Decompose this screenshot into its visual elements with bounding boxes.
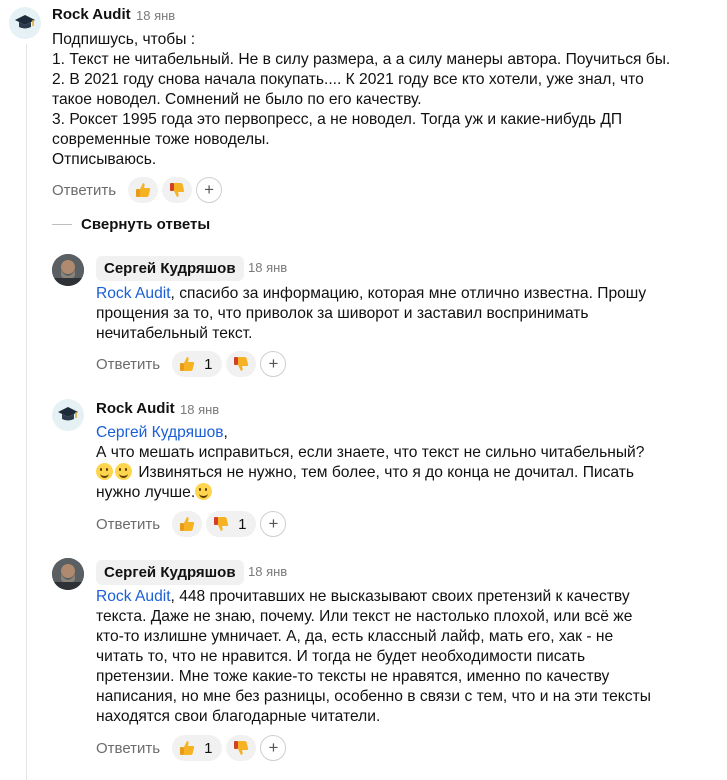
like-button[interactable] — [172, 511, 203, 537]
thumbs-up-icon — [178, 515, 196, 533]
reply-button[interactable]: Ответить — [96, 516, 160, 533]
thumbs-up-icon — [178, 355, 196, 373]
text-line: читать то, что не нравится. И тогда не б… — [96, 648, 586, 665]
comment-date: 18 янв — [248, 564, 288, 579]
text-line: нечитабельный текст. — [96, 325, 253, 342]
thumbs-down-icon — [212, 515, 230, 533]
smile-emoji-icon — [115, 463, 132, 480]
text-line: Подпишусь, чтобы : — [52, 31, 196, 48]
text-line: 2. В 2021 году снова начала покупать....… — [52, 71, 644, 88]
add-reaction-button[interactable]: + — [196, 177, 223, 203]
text-line: Rock Audit, спасибо за информацию, котор… — [96, 285, 647, 302]
thumbs-down-icon — [232, 739, 250, 757]
like-button[interactable] — [128, 177, 159, 203]
text-line: 1. Текст не читабельный. Не в силу разме… — [52, 51, 671, 68]
comment-actions: Ответить + — [52, 177, 223, 203]
dislike-button[interactable] — [226, 735, 257, 761]
reply-button[interactable]: Ответить — [96, 740, 160, 757]
like-count: 1 — [204, 739, 213, 757]
comment-actions: Ответить 1 + — [96, 735, 287, 761]
text-line: такое новодел. Сомнений не было по его к… — [52, 91, 422, 108]
mention-link[interactable]: Rock Audit — [96, 588, 171, 605]
comment-author[interactable]: Rock Audit — [52, 6, 131, 23]
reply-button[interactable]: Ответить — [52, 182, 116, 199]
add-reaction-button[interactable]: + — [260, 735, 287, 761]
thumbs-up-icon — [134, 181, 152, 199]
thumbs-down-icon — [232, 355, 250, 373]
comment-date: 18 янв — [248, 260, 288, 275]
dislike-button[interactable]: 1 — [206, 511, 257, 537]
text-line: претензии. Мне тоже какие-то тексты не н… — [96, 668, 610, 685]
collapse-replies-button[interactable]: Свернуть ответы — [52, 216, 210, 233]
collapse-label: Свернуть ответы — [81, 216, 211, 233]
thumbs-down-icon — [168, 181, 186, 199]
text-line: Извиняться не нужно, тем более, что я до… — [96, 463, 644, 483]
text-line: находятся свои благодарные читатели. — [96, 708, 381, 725]
text-line: Отписываюсь. — [52, 151, 157, 168]
text-line: Сергей Кудряшов, — [96, 424, 228, 441]
comment-date: 18 янв — [180, 402, 220, 417]
add-reaction-button[interactable]: + — [260, 351, 287, 377]
avatar-graduation-cap-icon[interactable] — [9, 7, 41, 39]
comment-text: Сергей Кудряшов, А что мешать исправитьс… — [96, 423, 644, 503]
text-line: кто-то излишне умничает. А, да, есть кла… — [96, 628, 614, 645]
thumbs-up-icon — [178, 739, 196, 757]
comment-text: Rock Audit, 448 прочитавших не высказыва… — [96, 587, 651, 727]
thread-line — [26, 44, 27, 780]
comment-author[interactable]: Сергей Кудряшов — [96, 256, 244, 281]
add-reaction-button[interactable]: + — [260, 511, 287, 537]
reply-button[interactable]: Ответить — [96, 356, 160, 373]
dislike-button[interactable] — [162, 177, 193, 203]
avatar-photo[interactable] — [52, 254, 84, 286]
comment-text: Подпишусь, чтобы : 1. Текст не читабельн… — [52, 30, 670, 170]
like-button[interactable]: 1 — [172, 351, 223, 377]
wink-emoji-icon — [96, 463, 113, 480]
text-line: А что мешать исправиться, если знаете, ч… — [96, 444, 645, 461]
smile-emoji-icon — [195, 483, 213, 500]
comment-author[interactable]: Rock Audit — [96, 400, 175, 417]
dislike-count: 1 — [238, 515, 247, 533]
mention-link[interactable]: Rock Audit — [96, 285, 171, 302]
text-line: прощения за то, что приволок за шиворот … — [96, 305, 589, 322]
comment-actions: Ответить 1 + — [96, 351, 287, 377]
avatar-graduation-cap-icon[interactable] — [52, 399, 84, 431]
text-line: современные тоже новоделы. — [52, 131, 270, 148]
text-line: написания, но мне без разницы, особенно … — [96, 688, 651, 705]
text-line: нужно лучше. — [96, 483, 644, 503]
mention-link[interactable]: Сергей Кудряшов — [96, 424, 224, 441]
avatar-photo[interactable] — [52, 558, 84, 590]
comment-text: Rock Audit, спасибо за информацию, котор… — [96, 284, 646, 344]
text-line: 3. Роксет 1995 года это первопресс, а не… — [52, 111, 623, 128]
comment-actions: Ответить 1 + — [96, 511, 287, 537]
comment-author[interactable]: Сергей Кудряшов — [96, 560, 244, 585]
comment-date: 18 янв — [136, 8, 176, 23]
like-count: 1 — [204, 355, 213, 373]
like-button[interactable]: 1 — [172, 735, 223, 761]
dislike-button[interactable] — [226, 351, 257, 377]
text-line: Rock Audit, 448 прочитавших не высказыва… — [96, 588, 630, 605]
text-line: текста. Даже не знаю, почему. Или текст … — [96, 608, 633, 625]
collapse-dash — [52, 224, 72, 225]
